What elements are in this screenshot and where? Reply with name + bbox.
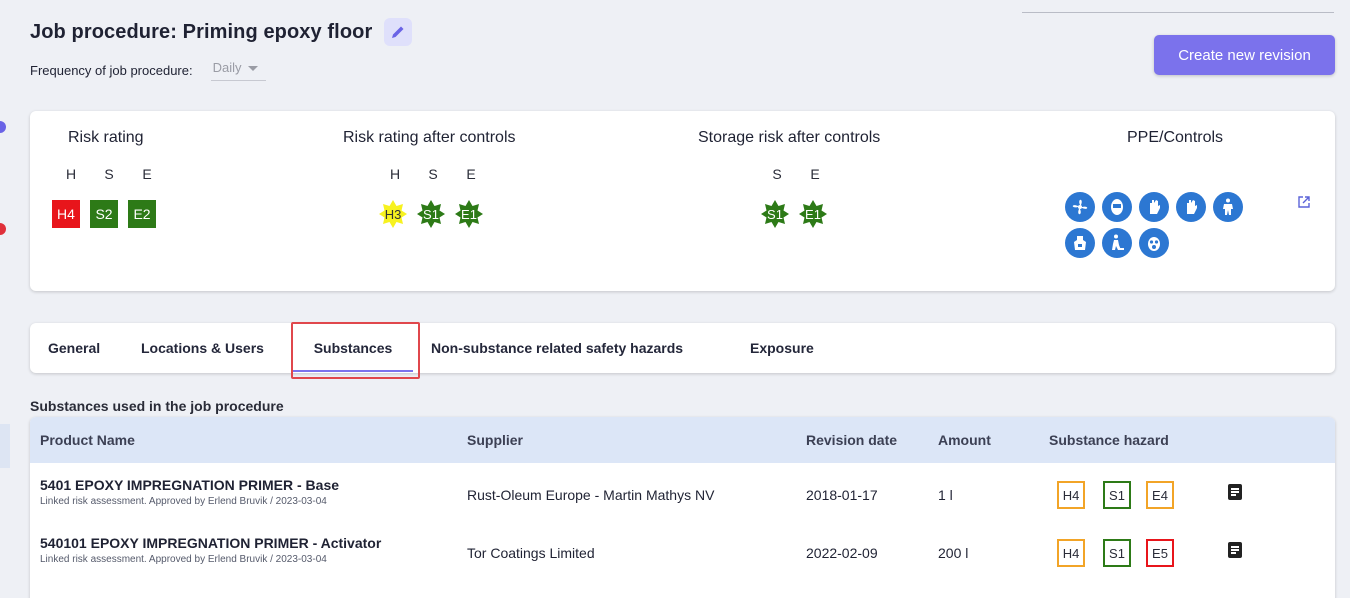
page-header: Job procedure: Priming epoxy floor Frequ… xyxy=(30,18,413,81)
tab-bar: General Locations & Users Substances Non… xyxy=(30,323,1335,373)
storage-burst-e1: E1 xyxy=(798,199,828,229)
amount-cell: 1 l xyxy=(938,487,953,503)
tab-locations-users[interactable]: Locations & Users xyxy=(141,323,264,373)
top-divider xyxy=(1022,12,1334,13)
ppe-icon-grid xyxy=(1065,192,1305,264)
supplier-cell: Rust-Oleum Europe - Martin Mathys NV xyxy=(467,487,715,503)
tab-general[interactable]: General xyxy=(48,323,100,373)
hazard-badge-h: H4 xyxy=(1057,481,1085,509)
risk-badge-e2: E2 xyxy=(128,200,156,228)
glove-icon xyxy=(1139,192,1169,222)
page-title: Job procedure: Priming epoxy floor xyxy=(30,20,373,43)
risk-badge-h4: H4 xyxy=(52,200,80,228)
storage-risk-heading: Storage risk after controls xyxy=(698,129,881,146)
risk-after-controls-heading: Risk rating after controls xyxy=(343,129,516,146)
product-name[interactable]: 5401 EPOXY IMPREGNATION PRIMER - Base xyxy=(40,477,339,493)
table-header: Product Name Supplier Revision date Amou… xyxy=(30,417,1335,463)
face-shield-icon xyxy=(1102,192,1132,222)
tab-exposure[interactable]: Exposure xyxy=(750,323,814,373)
frequency-value: Daily xyxy=(212,60,242,75)
create-new-revision-button[interactable]: Create new revision xyxy=(1154,35,1335,75)
column-amount[interactable]: Amount xyxy=(938,417,991,463)
risk-rating-heading: Risk rating xyxy=(68,129,144,146)
amount-cell: 200 l xyxy=(938,545,969,561)
tab-non-substance-hazards[interactable]: Non-substance related safety hazards xyxy=(431,323,683,373)
hazard-badge-e: E5 xyxy=(1146,539,1174,567)
column-supplier[interactable]: Supplier xyxy=(467,417,523,463)
apron-icon xyxy=(1065,228,1095,258)
frequency-select[interactable]: Daily xyxy=(210,60,266,81)
risk-burst-h3: H3 xyxy=(378,199,408,229)
substances-section-title: Substances used in the job procedure xyxy=(30,398,284,414)
product-name[interactable]: 540101 EPOXY IMPREGNATION PRIMER - Activ… xyxy=(40,535,381,551)
column-product-name[interactable]: Product Name xyxy=(40,417,135,463)
storage-letters: S E xyxy=(772,166,820,182)
product-approval-note: Linked risk assessment. Approved by Erle… xyxy=(40,554,327,565)
frequency-label: Frequency of job procedure: xyxy=(30,63,193,78)
after-controls-badges: H3 S1 E1 xyxy=(378,199,492,229)
glove-icon xyxy=(1176,192,1206,222)
revision-date-cell: 2018-01-17 xyxy=(806,487,878,503)
product-approval-note: Linked risk assessment. Approved by Erle… xyxy=(40,496,327,507)
side-panel-edge xyxy=(0,424,10,468)
risk-burst-e1: E1 xyxy=(454,199,484,229)
hazard-badge-h: H4 xyxy=(1057,539,1085,567)
substances-table: Product Name Supplier Revision date Amou… xyxy=(30,417,1335,598)
document-icon[interactable] xyxy=(1228,542,1242,558)
supplier-cell: Tor Coatings Limited xyxy=(467,545,595,561)
table-row[interactable]: 540101 EPOXY IMPREGNATION PRIMER - Activ… xyxy=(30,508,1335,567)
after-controls-letters: H S E xyxy=(389,166,476,182)
edit-title-button[interactable] xyxy=(384,18,413,46)
document-icon[interactable] xyxy=(1228,484,1242,500)
respirator-icon xyxy=(1139,228,1169,258)
column-substance-hazard[interactable]: Substance hazard xyxy=(1049,417,1169,463)
tab-substances[interactable]: Substances xyxy=(293,323,413,373)
hazard-badge-s: S1 xyxy=(1103,481,1131,509)
product-cell: 540101 EPOXY IMPREGNATION PRIMER - Activ… xyxy=(40,535,381,565)
column-revision-date[interactable]: Revision date xyxy=(806,417,897,463)
safety-footwear-icon xyxy=(1102,228,1132,258)
hazard-badge-e: E4 xyxy=(1146,481,1174,509)
risk-burst-s1: S1 xyxy=(416,199,446,229)
hazard-badge-s: S1 xyxy=(1103,539,1131,567)
pencil-icon xyxy=(392,26,404,38)
ppe-external-link-button[interactable] xyxy=(1297,195,1311,214)
external-link-icon xyxy=(1298,196,1310,208)
risk-rating-badges: H4 S2 E2 xyxy=(52,200,166,228)
risk-badge-s2: S2 xyxy=(90,200,118,228)
storage-badges: S1 E1 xyxy=(760,199,836,229)
product-cell: 5401 EPOXY IMPREGNATION PRIMER - Base Li… xyxy=(40,477,339,507)
protective-suit-icon xyxy=(1213,192,1243,222)
ventilation-icon xyxy=(1065,192,1095,222)
side-indicator-dot xyxy=(0,223,6,235)
revision-date-cell: 2022-02-09 xyxy=(806,545,878,561)
risk-summary-card: Risk rating Risk rating after controls S… xyxy=(30,111,1335,291)
ppe-controls-heading: PPE/Controls xyxy=(1127,129,1224,146)
table-row[interactable]: 5401 EPOXY IMPREGNATION PRIMER - Base Li… xyxy=(30,463,1335,509)
side-indicator-dot xyxy=(0,121,6,133)
risk-rating-letters: H S E xyxy=(65,166,152,182)
storage-burst-s1: S1 xyxy=(760,199,790,229)
caret-down-icon xyxy=(247,66,258,71)
